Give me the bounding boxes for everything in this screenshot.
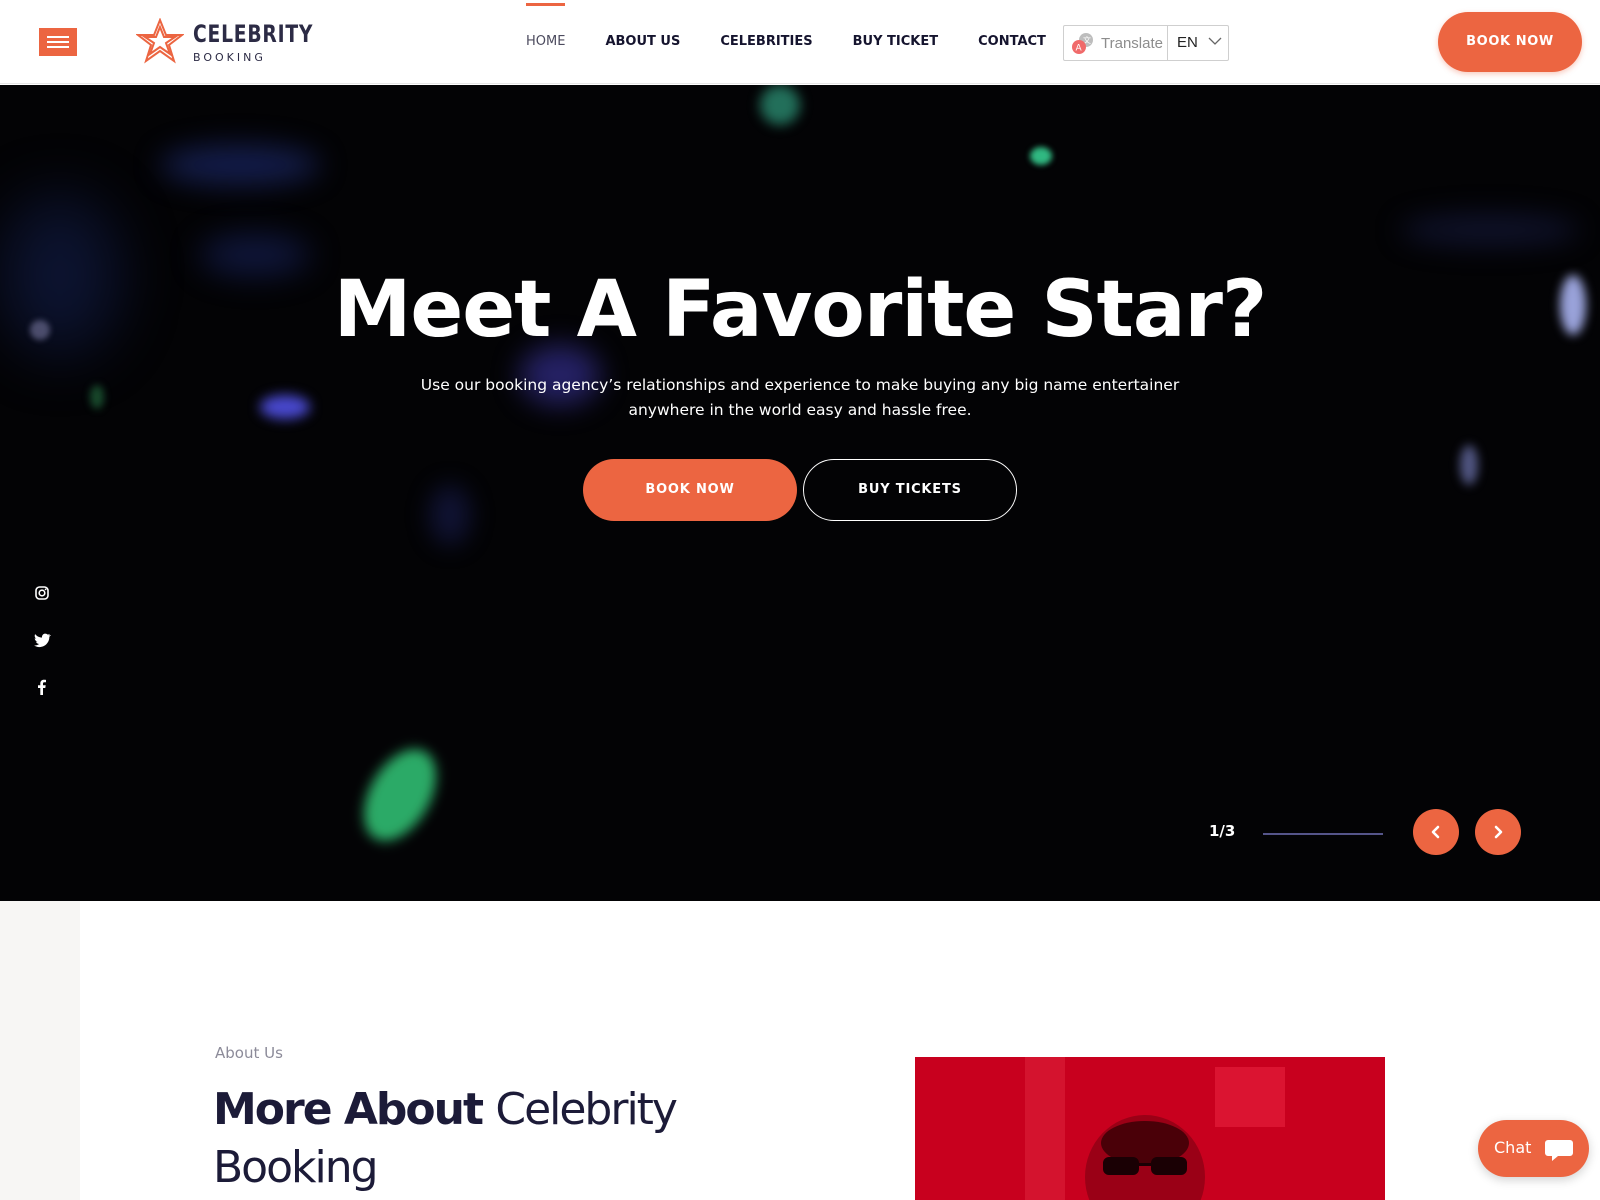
translate-widget: 文 A Translate EN bbox=[1063, 25, 1229, 61]
nav-about-us[interactable]: ABOUT US bbox=[605, 0, 680, 84]
site-header: CELEBRITY BOOKING HOME ABOUT US CELEBRIT… bbox=[0, 0, 1600, 84]
nav-celebrities[interactable]: CELEBRITIES bbox=[720, 0, 812, 84]
nav-buy-ticket[interactable]: BUY TICKET bbox=[853, 0, 938, 84]
performer-photo-image bbox=[915, 1057, 1385, 1200]
translate-label: Translate bbox=[1101, 35, 1163, 52]
hero-book-now-button[interactable]: BOOK NOW bbox=[583, 459, 797, 521]
about-heading-bold: More About bbox=[213, 1084, 484, 1135]
nav-contact[interactable]: CONTACT bbox=[978, 0, 1046, 84]
about-side-panel bbox=[0, 901, 80, 1200]
slider-prev-button[interactable] bbox=[1413, 809, 1459, 855]
main-nav: HOME ABOUT US CELEBRITIES BUY TICKET CON… bbox=[526, 0, 1086, 84]
translate-icon: 文 A bbox=[1072, 33, 1093, 54]
svg-text:A: A bbox=[1076, 44, 1083, 54]
slider-next-button[interactable] bbox=[1475, 809, 1521, 855]
about-heading: More About Celebrity Booking bbox=[213, 1081, 733, 1197]
logo-subtitle: BOOKING bbox=[193, 51, 266, 64]
chevron-down-icon bbox=[1208, 37, 1222, 45]
chevron-left-icon bbox=[1431, 825, 1440, 839]
twitter-icon[interactable] bbox=[32, 630, 52, 650]
translate-button[interactable]: 文 A Translate bbox=[1064, 26, 1168, 60]
hamburger-menu-icon[interactable] bbox=[39, 28, 77, 56]
language-code: EN bbox=[1177, 34, 1198, 51]
star-logo-icon bbox=[136, 18, 184, 64]
instagram-icon[interactable] bbox=[32, 583, 52, 603]
hero-subtitle: Use our booking agency’s relationships a… bbox=[420, 376, 1180, 419]
slide-progress-track bbox=[1263, 833, 1383, 835]
header-book-now-button[interactable]: BOOK NOW bbox=[1438, 12, 1582, 72]
slide-counter: 1/3 bbox=[1209, 822, 1236, 840]
chat-widget-button[interactable]: Chat bbox=[1478, 1120, 1589, 1177]
hero-title: Meet A Favorite Star? bbox=[333, 265, 1268, 355]
language-select[interactable]: EN bbox=[1168, 26, 1228, 60]
nav-home[interactable]: HOME bbox=[526, 0, 566, 84]
site-logo[interactable]: CELEBRITY BOOKING bbox=[136, 16, 312, 66]
hero-buy-tickets-button[interactable]: BUY TICKETS bbox=[803, 459, 1017, 521]
hero-slider: Meet A Favorite Star? Use our booking ag… bbox=[0, 85, 1600, 901]
logo-title: CELEBRITY bbox=[193, 20, 314, 48]
about-section: About Us More About Celebrity Booking bbox=[0, 901, 1600, 1200]
chevron-right-icon bbox=[1494, 825, 1503, 839]
chat-bubble-icon bbox=[1536, 1126, 1582, 1172]
about-photo bbox=[915, 1057, 1385, 1200]
about-eyebrow: About Us bbox=[215, 1044, 283, 1062]
chat-label: Chat bbox=[1494, 1138, 1532, 1157]
facebook-icon[interactable] bbox=[32, 677, 52, 697]
